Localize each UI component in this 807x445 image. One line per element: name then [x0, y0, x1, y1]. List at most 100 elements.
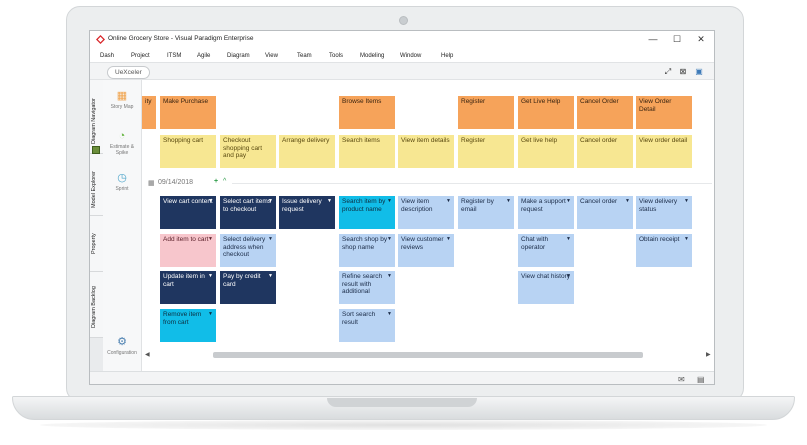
story-card[interactable]: Select cart items to checkout ▼ — [220, 196, 276, 229]
story-card[interactable]: View delivery status ▼ — [636, 196, 692, 229]
mail-icon[interactable]: ✉ — [678, 375, 685, 384]
menu-itsm[interactable]: ITSM — [167, 53, 181, 59]
menu-modeling[interactable]: Modeling — [360, 53, 384, 59]
story-card[interactable]: Obtain receipt ▼ — [636, 234, 692, 267]
task-card[interactable]: Cancel order — [577, 135, 633, 168]
maximize-button[interactable]: ☐ — [666, 33, 688, 46]
story-card[interactable]: Pay by credit card ▼ — [220, 271, 276, 304]
close-button[interactable]: ✕ — [690, 33, 712, 46]
menu-help[interactable]: Help — [441, 53, 453, 59]
story-card[interactable]: Search shop by shop name ▼ — [339, 234, 395, 267]
dropdown-icon[interactable]: ▼ — [625, 198, 630, 206]
menu-window[interactable]: Window — [400, 53, 421, 59]
menu-view[interactable]: View — [265, 53, 278, 59]
story-card[interactable]: Refine search result with additional ▼ — [339, 271, 395, 304]
story-card[interactable]: Remove item from cart ▼ — [160, 309, 216, 342]
tab-diagram-backlog[interactable]: Diagram Backlog — [90, 272, 103, 338]
dropdown-icon[interactable]: ▼ — [446, 198, 451, 206]
task-card[interactable]: Search items — [339, 135, 395, 168]
scroll-left-icon[interactable]: ◀ — [145, 351, 150, 358]
fit-icon[interactable]: ⊠ — [678, 67, 688, 76]
menu-agile[interactable]: Agile — [197, 53, 210, 59]
tab-property[interactable]: Property — [90, 216, 103, 272]
task-card[interactable]: View order detail — [636, 135, 692, 168]
layout-icon[interactable]: ▣ — [694, 67, 704, 76]
story-card[interactable]: Make a support request ▼ — [518, 196, 574, 229]
story-card[interactable]: View chat history ▼ — [518, 271, 574, 304]
dropdown-icon[interactable]: ▼ — [208, 236, 213, 244]
scroll-right-icon[interactable]: ▶ — [706, 351, 711, 358]
dropdown-icon[interactable]: ▼ — [268, 273, 273, 281]
dropdown-icon[interactable]: ▼ — [506, 198, 511, 206]
dropdown-icon[interactable]: ▼ — [566, 236, 571, 244]
story-card[interactable]: Chat with operator ▼ — [518, 234, 574, 267]
task-card[interactable]: Get live help — [518, 135, 574, 168]
story-card[interactable]: View customer reviews ▼ — [398, 234, 454, 267]
menu-project[interactable]: Project — [131, 53, 150, 59]
task-card[interactable]: Arrange delivery — [279, 135, 335, 168]
story-card[interactable]: Add item to cart ▼ — [160, 234, 216, 267]
story-card[interactable]: Update item in cart ▼ — [160, 271, 216, 304]
tab-model-explorer[interactable]: Model Explorer — [90, 154, 103, 216]
collapse-icon[interactable]: ^ — [223, 178, 226, 185]
menu-diagram[interactable]: Diagram — [227, 53, 250, 59]
document-icon[interactable]: ▤ — [697, 375, 705, 384]
minimize-button[interactable]: — — [642, 33, 664, 46]
dropdown-icon[interactable]: ▼ — [387, 311, 392, 319]
story-card[interactable]: Sort search result ▼ — [339, 309, 395, 342]
tab-diagram-navigator[interactable]: Diagram Navigator — [90, 80, 103, 154]
task-card[interactable]: Register — [458, 135, 514, 168]
story-card[interactable]: Issue delivery request ▼ — [279, 196, 335, 229]
dropdown-icon[interactable]: ▼ — [684, 236, 689, 244]
dropdown-icon[interactable]: ▼ — [268, 236, 273, 244]
story-text: Add item to cart — [163, 236, 209, 243]
dropdown-icon[interactable]: ▼ — [208, 311, 213, 319]
activity-card[interactable]: ity — [142, 96, 156, 129]
dropdown-icon[interactable]: ▼ — [208, 198, 213, 206]
story-card[interactable]: Search item by product name ▼ — [339, 196, 395, 229]
story-card[interactable]: View item description ▼ — [398, 196, 454, 229]
story-card[interactable]: Register by email ▼ — [458, 196, 514, 229]
calendar-icon: ▦ — [148, 180, 155, 187]
dropdown-icon[interactable]: ▼ — [208, 273, 213, 281]
activity-card[interactable]: Cancel Order — [577, 96, 633, 129]
add-icon[interactable]: + — [214, 178, 218, 185]
horizontal-scrollbar[interactable] — [213, 352, 643, 358]
activity-card[interactable]: Register — [458, 96, 514, 129]
story-card[interactable]: Select delivery address when checkout ▼ — [220, 234, 276, 267]
dropdown-icon[interactable]: ▼ — [387, 198, 392, 206]
story-card[interactable]: Cancel order ▼ — [577, 196, 633, 229]
release-divider — [232, 183, 712, 184]
menu-team[interactable]: Team — [297, 53, 312, 59]
activity-card[interactable]: View Order Detail — [636, 96, 692, 129]
task-card[interactable]: Shopping cart — [160, 135, 216, 168]
menu-dash[interactable]: Dash — [100, 53, 114, 59]
palette-story-map[interactable]: ▦ Story Map — [103, 90, 141, 110]
dropdown-icon[interactable]: ▼ — [566, 198, 571, 206]
story-text: Remove item from cart — [163, 311, 202, 326]
dropdown-icon[interactable]: ▼ — [566, 273, 571, 281]
palette-sprint[interactable]: ◷ Sprint — [103, 172, 141, 192]
palette-estimate-spike[interactable]: ◔ Estimate & Spike — [103, 130, 141, 156]
palette-label: Sprint — [115, 186, 129, 192]
activity-card[interactable]: Get Live Help — [518, 96, 574, 129]
pin-icon[interactable]: ⤢ — [663, 67, 673, 76]
dropdown-icon[interactable]: ▼ — [327, 198, 332, 206]
dropdown-icon[interactable]: ▼ — [387, 236, 392, 244]
story-map-canvas[interactable]: ity Make Purchase Browse Items Register … — [142, 80, 714, 371]
story-card[interactable]: View cart content ▼ — [160, 196, 216, 229]
task-card[interactable]: Checkout shopping cart and pay — [220, 135, 276, 168]
story-text: Search shop by shop name — [342, 236, 388, 251]
dropdown-icon[interactable]: ▼ — [446, 236, 451, 244]
dropdown-icon[interactable]: ▼ — [268, 198, 273, 206]
dropdown-icon[interactable]: ▼ — [684, 198, 689, 206]
activity-card[interactable]: Browse Items — [339, 96, 395, 129]
diagram-tab[interactable]: UeXceler — [107, 66, 150, 79]
task-card[interactable]: View item details — [398, 135, 454, 168]
story-text: Select delivery address when checkout — [223, 236, 266, 258]
palette-configuration[interactable]: ⚙ Configuration — [103, 336, 141, 356]
menu-tools[interactable]: Tools — [329, 53, 343, 59]
activity-card[interactable]: Make Purchase — [160, 96, 216, 129]
dropdown-icon[interactable]: ▼ — [387, 273, 392, 281]
agile-palette: ▦ Story Map ◔ Estimate & Spike ◷ Sprint … — [103, 80, 142, 371]
